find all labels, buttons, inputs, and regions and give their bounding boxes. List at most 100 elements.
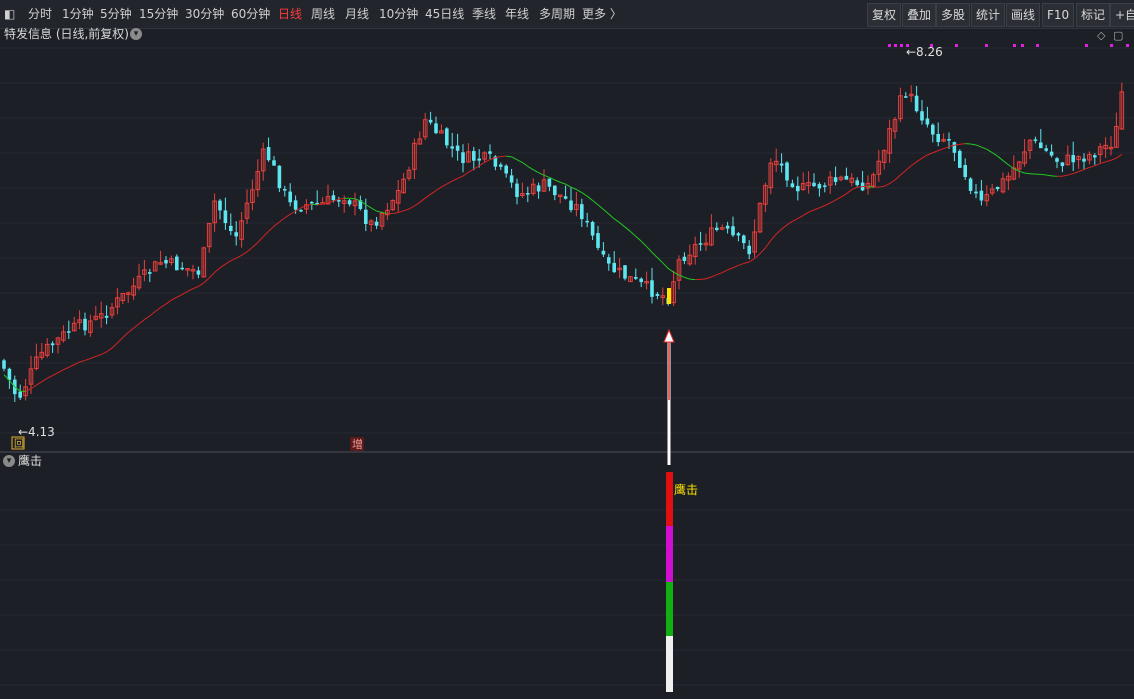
candle-body — [530, 183, 536, 194]
moving-average — [198, 282, 205, 287]
moving-average — [867, 185, 874, 188]
moving-average — [619, 222, 626, 228]
candle-body — [736, 233, 741, 236]
indicator-chevron-icon[interactable]: ▾ — [3, 455, 15, 467]
moving-average — [835, 196, 842, 201]
moving-average — [322, 202, 329, 205]
period-tab[interactable]: 更多 〉 — [582, 0, 622, 28]
moving-average — [954, 143, 960, 146]
moving-average — [84, 358, 91, 361]
candle-body — [806, 182, 811, 187]
moving-average — [1002, 160, 1009, 166]
chart-title: 特发信息 (日线,前复权) — [4, 27, 129, 41]
candle-body — [77, 319, 82, 324]
toolbar-button[interactable]: 标记 — [1076, 3, 1111, 27]
candle-body — [455, 145, 460, 151]
moving-average — [1040, 173, 1047, 176]
menu-icon[interactable]: ◧ — [4, 0, 18, 28]
candle-body — [499, 164, 503, 167]
period-tab[interactable]: 周线 — [311, 0, 335, 28]
candle-body — [563, 196, 568, 199]
candle-body — [83, 318, 87, 331]
moving-average — [144, 315, 151, 320]
period-tab[interactable]: 日线 — [278, 0, 302, 28]
candle-body — [1065, 154, 1071, 166]
indicator-bar — [666, 636, 673, 692]
period-tab[interactable]: 45日线 — [425, 0, 464, 28]
moving-average — [883, 183, 890, 187]
candle-body — [250, 189, 255, 204]
candle-body — [887, 128, 892, 154]
candle-body — [936, 133, 940, 143]
period-tab[interactable]: 15分钟 — [139, 0, 178, 28]
toolbar-button[interactable]: F10 — [1042, 3, 1075, 27]
candle-body — [315, 202, 319, 205]
moving-average — [1013, 168, 1020, 172]
period-tab[interactable]: 多周期 — [539, 0, 575, 28]
candle-body — [1071, 155, 1075, 163]
toolbar-button[interactable]: 复权 — [867, 3, 902, 27]
candle-body — [823, 185, 827, 187]
moving-average — [14, 386, 21, 392]
moving-average — [230, 257, 237, 262]
period-tab[interactable]: 5分钟 — [100, 0, 132, 28]
candle-body — [1060, 162, 1065, 167]
moving-average — [1046, 174, 1052, 177]
candle-body — [412, 142, 417, 170]
moving-average — [219, 263, 226, 269]
moving-average — [25, 388, 32, 392]
moving-average — [927, 152, 933, 156]
toolbar-button[interactable]: +自 — [1110, 3, 1134, 27]
chevron-down-icon[interactable]: ▾ — [130, 28, 142, 40]
candle-body — [757, 202, 763, 233]
candle-body — [752, 231, 757, 253]
candle-body — [800, 183, 806, 191]
period-tab[interactable]: 30分钟 — [185, 0, 224, 28]
candle-body — [293, 200, 298, 210]
candle-body — [773, 160, 779, 166]
candle-body — [931, 124, 935, 135]
marker-hui: 回 — [14, 438, 24, 450]
marker-zeng-box — [350, 437, 364, 451]
candle-body — [865, 183, 871, 189]
moving-average — [1024, 172, 1031, 175]
candle-body — [272, 160, 276, 166]
candlestick-chart[interactable]: ←8.26 ←4.13回 增 ◇ ▢ 鹰击 — [0, 0, 1134, 699]
period-tab[interactable]: 10分钟 — [379, 0, 418, 28]
period-tab[interactable]: 年线 — [505, 0, 529, 28]
moving-average — [754, 253, 761, 259]
candle-body — [223, 210, 228, 224]
toolbar-button[interactable]: 统计 — [971, 3, 1006, 27]
candle-body — [844, 175, 849, 180]
moving-average — [403, 208, 410, 212]
moving-average — [759, 247, 766, 255]
candle-body — [547, 178, 552, 187]
candle-body — [325, 196, 331, 205]
indicator-bar — [666, 582, 673, 636]
period-tab[interactable]: 月线 — [345, 0, 369, 28]
toolbar-button[interactable]: 叠加 — [902, 3, 937, 27]
moving-average — [149, 311, 156, 317]
toolbar-button[interactable]: 画线 — [1006, 3, 1041, 27]
moving-average — [365, 204, 372, 209]
high-price-label: ←8.26 — [906, 45, 943, 59]
candle-body — [422, 119, 428, 138]
moving-average — [857, 186, 863, 188]
toolbar-button[interactable]: 多股 — [936, 3, 971, 27]
candle-body — [164, 259, 168, 264]
candle-body — [439, 130, 444, 134]
period-tab[interactable]: 60分钟 — [231, 0, 270, 28]
moving-average — [721, 269, 728, 273]
period-tab[interactable]: 1分钟 — [62, 0, 94, 28]
period-tab[interactable]: 分时 — [28, 0, 52, 28]
moving-average — [446, 180, 453, 185]
moving-average — [678, 274, 685, 278]
marker-hui-box — [11, 436, 25, 450]
period-tab[interactable]: 季线 — [472, 0, 496, 28]
moving-average — [171, 296, 178, 301]
candle-body — [963, 165, 967, 178]
moving-average — [154, 307, 161, 312]
candle-body — [374, 221, 379, 226]
moving-average — [1062, 174, 1068, 177]
candle-body — [136, 275, 142, 289]
